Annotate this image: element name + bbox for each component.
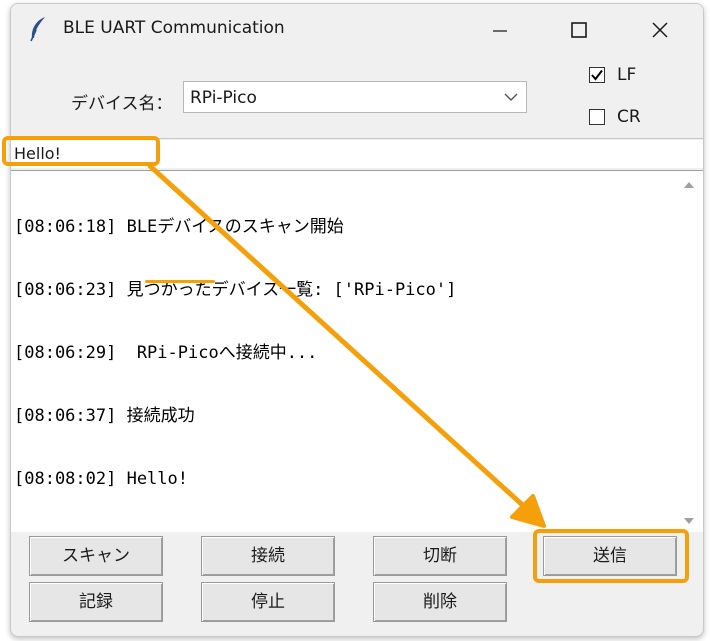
minimize-icon [493, 30, 507, 32]
lf-checkbox[interactable]: LF [589, 65, 649, 89]
log-line: [08:06:29] RPi-Picoへ接続中... [14, 343, 318, 363]
log-textarea[interactable]: [08:06:18] BLEデバイスのスキャン開始 [08:06:23] 見つか… [11, 170, 703, 532]
connect-button[interactable]: 接続 [201, 536, 335, 576]
device-select[interactable]: RPi-Pico [183, 81, 527, 113]
log-line: [08:06:23] 見つかったデバイス一覧: ['RPi-Pico'] [14, 280, 457, 300]
cr-checkbox-box[interactable] [589, 109, 605, 125]
log-line: [08:06:18] BLEデバイスのスキャン開始 [14, 217, 344, 237]
record-button[interactable]: 記録 [29, 582, 163, 622]
log-underline [145, 280, 215, 283]
disconnect-button[interactable]: 切断 [373, 536, 507, 576]
scroll-up-arrow-icon[interactable] [683, 181, 695, 189]
feather-icon [30, 17, 45, 42]
close-button[interactable] [637, 12, 683, 48]
stop-button[interactable]: 停止 [201, 582, 335, 622]
scroll-down-arrow-icon[interactable] [683, 517, 695, 525]
log-lines: [08:06:18] BLEデバイスのスキャン開始 [08:06:23] 見つか… [14, 175, 456, 532]
close-icon [652, 22, 668, 38]
device-name-label: デバイス名： [71, 94, 173, 114]
device-select-value: RPi-Pico [190, 88, 257, 108]
delete-button[interactable]: 削除 [373, 582, 507, 622]
log-line: [08:08:02] Hello! [14, 469, 188, 489]
window-title: BLE UART Communication [63, 18, 285, 38]
cr-checkbox[interactable]: CR [589, 107, 649, 131]
cr-label: CR [617, 107, 641, 127]
minimize-button[interactable] [477, 12, 523, 48]
input-highlight [2, 136, 160, 166]
lf-checkbox-box[interactable] [589, 67, 605, 83]
maximize-button[interactable] [556, 12, 602, 48]
send-highlight [533, 529, 689, 583]
title-bar: BLE UART Communication [11, 4, 703, 56]
maximize-icon [571, 22, 587, 38]
log-line: [08:06:37] 接続成功 [14, 406, 195, 426]
lf-label: LF [617, 65, 637, 85]
scan-button[interactable]: スキャン [29, 536, 163, 576]
chevron-down-icon [504, 93, 518, 101]
checkmark-icon [591, 69, 603, 81]
log-scrollbar[interactable] [677, 171, 699, 531]
